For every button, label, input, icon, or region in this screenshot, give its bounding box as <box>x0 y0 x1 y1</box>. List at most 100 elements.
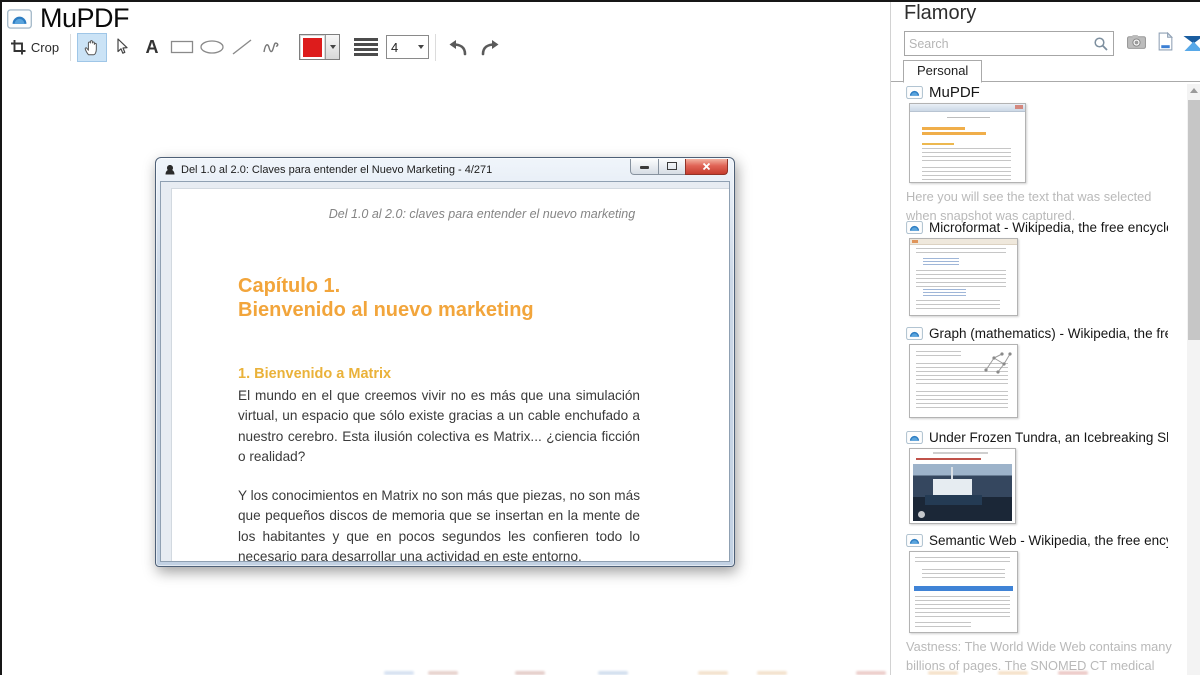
paragraph: El mundo en el que creemos vivir no es m… <box>238 386 640 467</box>
thumbnail-content <box>923 258 959 267</box>
select-tool-button[interactable] <box>107 33 137 62</box>
taskbar-hint <box>384 671 414 675</box>
pdf-viewer[interactable]: Del 1.0 al 2.0: claves para entender el … <box>160 181 730 562</box>
scrollbar-thumb[interactable] <box>1188 100 1200 340</box>
color-picker[interactable] <box>299 34 340 60</box>
flamory-panel: Flamory Personal MuPDF <box>890 0 1200 675</box>
camera-icon[interactable] <box>1127 34 1146 49</box>
line-tool-button[interactable] <box>227 33 257 62</box>
snapshot-item-tundra[interactable]: Under Frozen Tundra, an Icebreaking Ship… <box>906 429 1168 524</box>
maximize-icon <box>667 162 677 170</box>
ship-photo <box>913 464 1012 521</box>
selection-highlight <box>914 586 1012 591</box>
snapshot-thumbnail[interactable] <box>909 448 1016 524</box>
thumbnail-content <box>922 148 1012 163</box>
thumbnail-content <box>922 167 1012 180</box>
line-icon <box>231 38 253 56</box>
snapshot-thumbnail[interactable] <box>909 238 1018 316</box>
cursor-icon <box>115 38 129 56</box>
taskbar-hint <box>698 671 728 675</box>
snapshot-title: Microformat - Wikipedia, the free encycl… <box>929 220 1168 235</box>
minimize-button[interactable] <box>630 159 659 175</box>
rectangle-tool-button[interactable] <box>167 33 197 62</box>
pdf-window: Del 1.0 al 2.0: Claves para entender el … <box>155 157 735 567</box>
ink-tool-button[interactable] <box>257 33 287 62</box>
mupdf-window-icon <box>164 164 176 176</box>
redo-button[interactable] <box>476 33 506 62</box>
snapshot-thumbnail[interactable] <box>909 551 1018 633</box>
section-heading: 1. Bienvenido a Matrix <box>238 366 391 382</box>
snapshot-item-microformat[interactable]: Microformat - Wikipedia, the free encycl… <box>906 219 1168 316</box>
taskbar-hint <box>1058 671 1088 675</box>
thumbnail-content <box>916 270 1006 287</box>
app-title: MuPDF <box>40 3 129 34</box>
snapshot-item-graph[interactable]: Graph (mathematics) - Wikipedia, the fre… <box>906 325 1168 418</box>
chapter-heading: Capítulo 1. Bienvenido al nuevo marketin… <box>238 274 534 322</box>
thumbnail-content <box>916 248 1006 255</box>
thumbnail-content <box>916 458 981 460</box>
color-swatch <box>301 36 324 59</box>
taskbar-hint <box>428 671 458 675</box>
pdf-page: Del 1.0 al 2.0: claves para entender el … <box>171 188 730 562</box>
hand-icon <box>83 38 101 57</box>
thumbnail-content <box>910 239 1017 245</box>
thumbnail-content <box>923 289 966 297</box>
text-tool-button[interactable]: A <box>137 33 167 62</box>
thumbnail-content <box>922 143 954 145</box>
mupdf-header: MuPDF <box>7 3 129 34</box>
page-running-header: Del 1.0 al 2.0: claves para entender el … <box>322 207 642 221</box>
pen-width-value: 4 <box>391 40 398 55</box>
thumbnail-content <box>915 596 1009 618</box>
ellipse-icon <box>199 39 225 55</box>
flamory-title: Flamory <box>904 2 976 25</box>
tab-personal[interactable]: Personal <box>903 60 982 83</box>
snapshot-item-semantic-web[interactable]: Semantic Web - Wikipedia, the free encyc… <box>906 532 1168 675</box>
color-dropdown-button[interactable] <box>325 35 339 59</box>
ellipse-tool-button[interactable] <box>197 33 227 62</box>
pen-width-select[interactable]: 4 <box>386 35 429 59</box>
rectangle-icon <box>170 39 194 55</box>
hand-tool-button[interactable] <box>77 33 107 62</box>
screen-edge-left <box>0 0 2 675</box>
tab-bar: Personal <box>891 60 1200 82</box>
snapshot-title: Graph (mathematics) - Wikipedia, the fre… <box>929 326 1168 341</box>
freehand-icon <box>262 38 282 56</box>
paragraph: Y los conocimientos en Matrix no son más… <box>238 486 640 562</box>
snapshot-thumbnail[interactable] <box>909 344 1018 418</box>
undo-button[interactable] <box>442 33 472 62</box>
snapshot-icon <box>906 534 923 547</box>
toolbar-separator <box>70 34 71 61</box>
scrollbar[interactable] <box>1187 84 1200 675</box>
line-width-icon <box>354 38 378 56</box>
crop-icon <box>11 40 26 55</box>
screen-edge-top <box>0 0 1200 2</box>
scroll-up-icon[interactable] <box>1190 88 1198 93</box>
crop-button[interactable]: Crop <box>6 33 64 62</box>
toolbar: Crop A 4 <box>6 31 506 63</box>
flamory-logo-icon[interactable] <box>1181 32 1200 54</box>
search-box <box>904 31 1114 56</box>
taskbar-hint <box>998 671 1028 675</box>
thumbnail-content <box>925 495 982 505</box>
taskbar-hint <box>598 671 628 675</box>
close-button[interactable] <box>685 159 728 175</box>
thumbnail-content <box>1015 105 1023 109</box>
undo-icon <box>445 37 469 57</box>
redo-icon <box>479 37 503 57</box>
mupdf-logo-icon <box>7 9 32 29</box>
taskbar-hint <box>515 671 545 675</box>
search-input[interactable] <box>905 37 1093 51</box>
snapshot-icon <box>906 221 923 234</box>
thumbnail-content <box>922 569 1005 581</box>
thumbnail-content <box>915 557 1009 565</box>
snapshot-icon <box>906 327 923 340</box>
snippet-document-icon[interactable] <box>1158 32 1173 51</box>
snapshot-icon <box>906 86 923 99</box>
chapter-line-2: Bienvenido al nuevo marketing <box>238 299 534 321</box>
maximize-button[interactable] <box>659 159 685 175</box>
taskbar-hint <box>757 671 787 675</box>
thumbnail-content <box>912 240 918 243</box>
snapshot-thumbnail[interactable] <box>909 103 1026 183</box>
snapshot-item-mupdf[interactable]: MuPDF Here you will see the text that wa… <box>906 84 1168 225</box>
search-icon[interactable] <box>1093 36 1109 52</box>
